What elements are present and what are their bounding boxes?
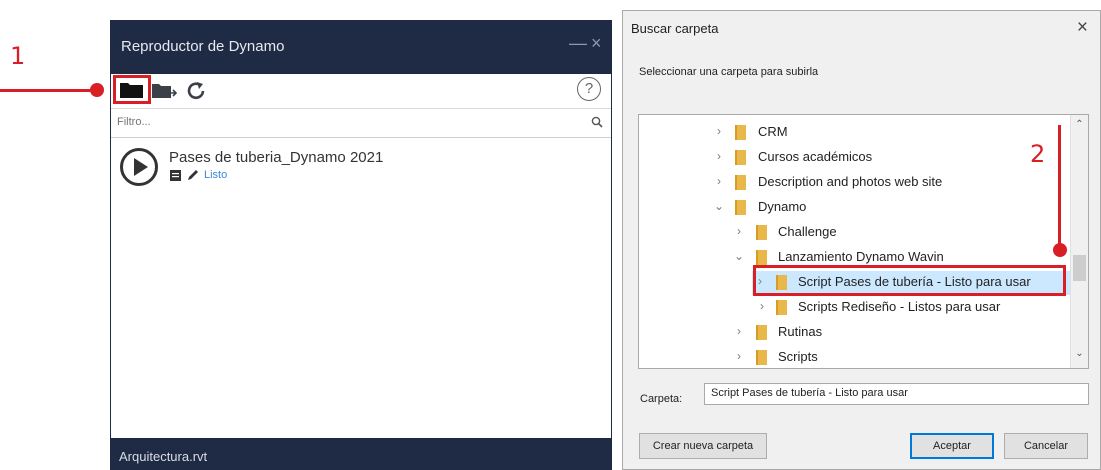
script-status-link[interactable]: Listo	[204, 169, 227, 181]
folder-tree: › CRM › Cursos académicos › Description …	[638, 114, 1089, 369]
tree-item-dynamo[interactable]: ⌄ Dynamo	[639, 196, 1073, 220]
tree-item-label: Cursos académicos	[758, 149, 873, 164]
folder-icon	[735, 150, 746, 165]
chevron-right-icon[interactable]: ›	[713, 124, 725, 138]
tree-item-label: Dynamo	[758, 199, 807, 214]
export-folder-icon[interactable]	[151, 81, 179, 106]
chevron-right-icon[interactable]: ›	[713, 149, 725, 163]
tree-item-label: Scripts Rediseño - Listos para usar	[798, 299, 1001, 314]
chevron-right-icon[interactable]: ›	[756, 299, 768, 313]
tree-item-challenge[interactable]: › Challenge	[639, 221, 1073, 245]
folder-icon	[776, 300, 787, 315]
edit-icon[interactable]	[186, 169, 200, 187]
folder-icon	[756, 325, 767, 340]
folder-field-label: Carpeta:	[640, 393, 683, 405]
document-file-name: Arquitectura.rvt	[119, 449, 208, 464]
accept-button[interactable]: Aceptar	[910, 433, 994, 459]
play-icon[interactable]	[119, 147, 159, 192]
browse-folder-dialog: Buscar carpeta × Seleccionar una carpeta…	[622, 10, 1101, 470]
filter-input[interactable]	[117, 113, 577, 131]
annotation-step-2-highlight	[753, 265, 1066, 296]
tree-item-label: Scripts	[778, 349, 818, 364]
chevron-down-icon[interactable]: ⌄	[713, 199, 725, 213]
chevron-down-icon[interactable]: ⌄	[733, 249, 745, 263]
chevron-right-icon[interactable]: ›	[733, 349, 745, 363]
dynamo-player-panel: Reproductor de Dynamo — × ? Pases de tub…	[110, 20, 612, 470]
player-status-bar: Arquitectura.rvt	[111, 438, 611, 470]
cancel-button[interactable]: Cancelar	[1004, 433, 1088, 459]
tree-item-label: Challenge	[778, 224, 837, 239]
tree-item-scripts-rediseno[interactable]: › Scripts Rediseño - Listos para usar	[639, 296, 1073, 320]
folder-field[interactable]: Script Pases de tubería - Listo para usa…	[704, 383, 1089, 405]
minimize-button[interactable]: —	[569, 33, 587, 54]
chevron-right-icon[interactable]: ›	[713, 174, 725, 188]
chevron-down-icon[interactable]: ⌄	[1071, 348, 1088, 366]
folder-icon	[756, 225, 767, 240]
folder-icon	[735, 200, 746, 215]
tree-item-label: Rutinas	[778, 324, 823, 339]
annotation-step-1-line	[0, 89, 100, 92]
refresh-icon[interactable]	[184, 79, 208, 108]
tree-item-label: Description and photos web site	[758, 174, 943, 189]
search-icon	[591, 115, 603, 133]
folder-icon	[756, 350, 767, 365]
document-icon	[169, 169, 183, 187]
tree-item-label: CRM	[758, 124, 788, 139]
folder-icon	[735, 125, 746, 140]
script-list-item[interactable]: Pases de tuberia_Dynamo 2021 Listo	[119, 147, 539, 191]
player-title: Reproductor de Dynamo	[121, 38, 285, 55]
close-button[interactable]: ×	[591, 33, 602, 54]
script-name: Pases de tuberia_Dynamo 2021	[169, 149, 384, 166]
tree-item-label: Lanzamiento Dynamo Wavin	[778, 249, 944, 264]
annotation-step-1-dot	[90, 83, 104, 97]
dialog-close-button[interactable]: ×	[1077, 17, 1088, 39]
help-icon[interactable]: ?	[577, 77, 601, 101]
annotation-step-2-number: 2	[1030, 140, 1046, 168]
folder-icon	[756, 250, 767, 265]
tree-scrollbar[interactable]: ⌃ ⌄	[1070, 115, 1088, 368]
chevron-right-icon[interactable]: ›	[733, 224, 745, 238]
player-title-bar: Reproductor de Dynamo — ×	[111, 20, 611, 74]
folder-icon	[735, 175, 746, 190]
scrollbar-thumb[interactable]	[1073, 255, 1086, 281]
tree-item-scripts[interactable]: › Scripts	[639, 346, 1073, 368]
tree-item-description-and-photos[interactable]: › Description and photos web site	[639, 171, 1073, 195]
chevron-up-icon[interactable]: ⌃	[1071, 119, 1088, 137]
tree-item-rutinas[interactable]: › Rutinas	[639, 321, 1073, 345]
chevron-right-icon[interactable]: ›	[733, 324, 745, 338]
filter-bar	[111, 109, 611, 138]
annotation-step-1-highlight	[113, 75, 151, 104]
new-folder-button[interactable]: Crear nueva carpeta	[639, 433, 767, 459]
annotation-step-2-dot	[1053, 243, 1067, 257]
tree-item-crm[interactable]: › CRM	[639, 121, 1073, 145]
dialog-description: Seleccionar una carpeta para subirla	[639, 66, 819, 78]
annotation-step-2-line	[1058, 125, 1061, 253]
annotation-step-1-number: 1	[10, 42, 26, 70]
dialog-title: Buscar carpeta	[631, 21, 719, 36]
tree-item-cursos-academicos[interactable]: › Cursos académicos	[639, 146, 1073, 170]
player-toolbar: ?	[111, 74, 611, 109]
